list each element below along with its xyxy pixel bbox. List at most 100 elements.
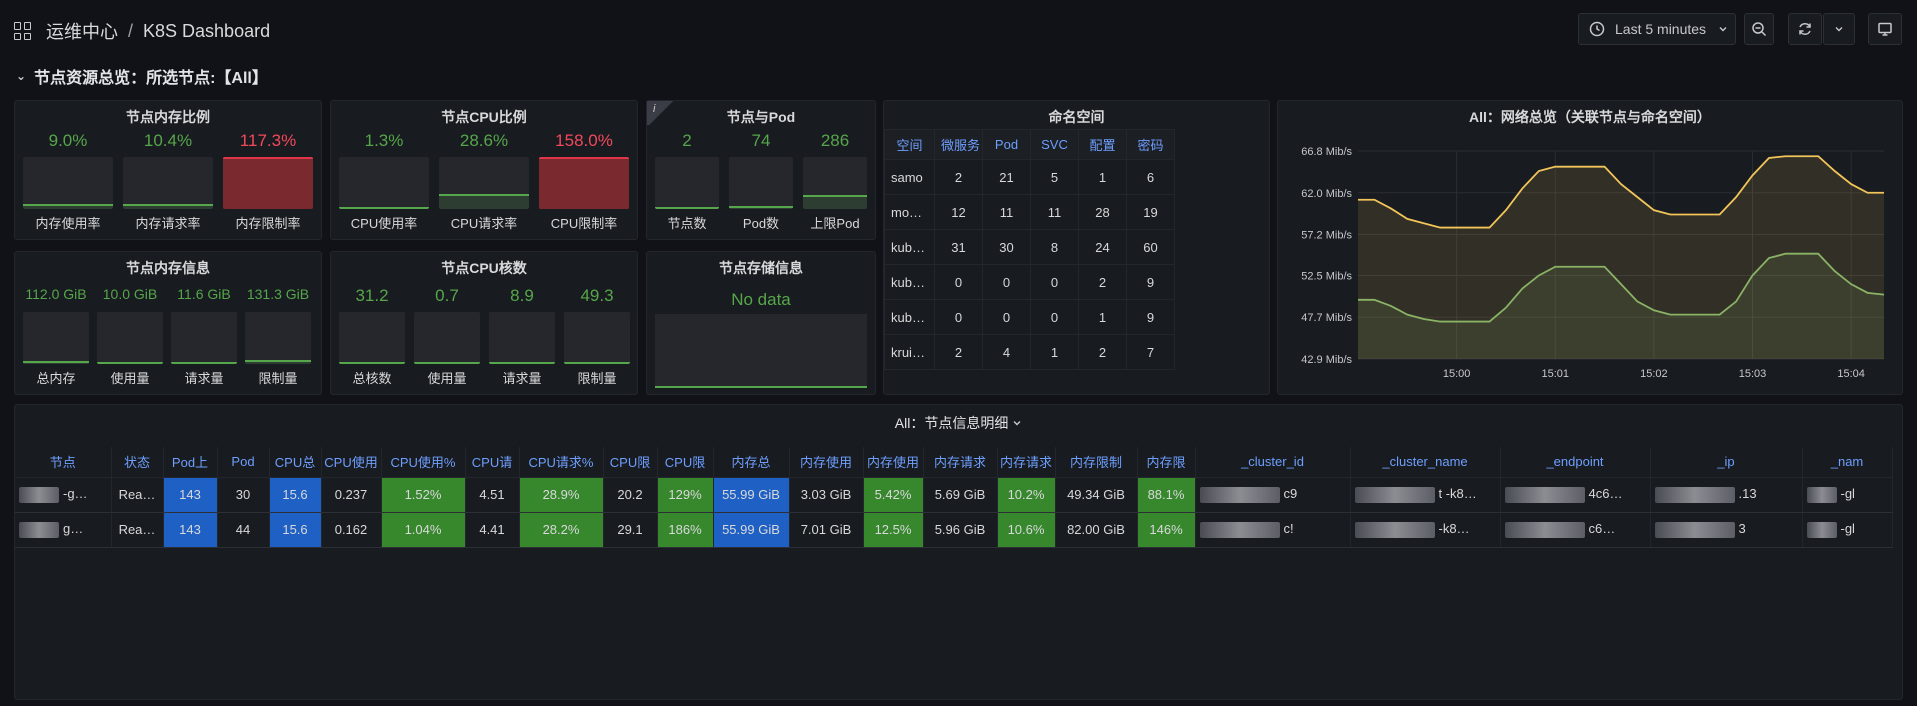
y-tick-label: 52.5 Mib/s <box>1301 270 1352 282</box>
gauge-fill <box>439 194 529 209</box>
refresh-button[interactable] <box>1788 13 1822 45</box>
cell-text: c6… <box>1588 521 1616 537</box>
table-cell: krui… <box>884 334 935 370</box>
panel-title[interactable]: All：节点信息明细 <box>15 413 1902 433</box>
table-cell: -g… <box>15 477 112 513</box>
column-header[interactable]: 内存限制 <box>1055 447 1138 478</box>
cell-text: 3 <box>1738 521 1746 537</box>
table-cell: 0.237 <box>321 477 382 513</box>
column-header[interactable]: CPU请 <box>465 447 520 478</box>
column-header[interactable]: 空间 <box>884 129 935 160</box>
table-cell: 19 <box>1126 194 1175 230</box>
column-header[interactable]: 密码 <box>1126 129 1175 160</box>
table-row[interactable]: krui… 2 4 1 2 7 <box>884 334 1175 370</box>
cell-text: -gl <box>1840 521 1855 537</box>
table-cell: 30 <box>982 229 1031 265</box>
column-header[interactable]: 微服务 <box>934 129 983 160</box>
gauge-fill <box>729 206 793 209</box>
table-cell: 9 <box>1126 264 1175 300</box>
column-header[interactable]: 内存请求 <box>923 447 998 478</box>
table-cell: 1 <box>1078 299 1127 335</box>
table-row[interactable]: samo 2 21 5 1 6 <box>884 159 1175 195</box>
refresh-interval-dropdown[interactable] <box>1823 13 1855 45</box>
column-header[interactable]: 内存请求 <box>997 447 1056 478</box>
column-header[interactable]: CPU限 <box>657 447 714 478</box>
network-chart[interactable]: 42.9 Mib/s 47.7 Mib/s 52.5 Mib/s 57.2 Mib/s… <box>1278 101 1904 396</box>
table-row[interactable]: kub… 0 0 0 2 9 <box>884 264 1175 300</box>
table-cell: 8 <box>1030 229 1079 265</box>
column-header[interactable]: Pod上 <box>163 447 218 478</box>
redacted-block <box>1354 486 1435 503</box>
table-cell: 15.6 <box>269 477 322 513</box>
column-header[interactable]: _endpoint <box>1500 447 1651 478</box>
table-row[interactable]: kub… 31 30 8 24 60 <box>884 229 1175 265</box>
table-cell: 4 <box>982 334 1031 370</box>
table-cell: 3 <box>1650 512 1803 548</box>
tv-mode-button[interactable] <box>1868 13 1902 45</box>
column-header[interactable]: 内存总 <box>713 447 790 478</box>
column-header[interactable]: 节点 <box>15 447 112 478</box>
gauge-bar <box>439 157 529 209</box>
gauge-bar <box>223 157 313 209</box>
gauge-value: 112.0 GiB <box>25 286 87 302</box>
column-header[interactable]: SVC <box>1030 129 1079 160</box>
gauge: 117.3% 内存限制率 <box>223 131 313 231</box>
row-title[interactable]: ⌄ 节点资源总览：所选节点:【All】 <box>16 64 268 88</box>
table-cell: -gl <box>1802 512 1893 548</box>
gauge-fill <box>245 359 311 364</box>
gauge-bar <box>414 312 480 364</box>
redacted-block <box>1504 521 1585 538</box>
column-header[interactable]: CPU使用 <box>321 447 382 478</box>
time-picker-button[interactable]: Last 5 minutes <box>1578 13 1736 45</box>
table-cell: 20.2 <box>603 477 658 513</box>
column-header[interactable]: _cluster_id <box>1195 447 1351 478</box>
table-cell: 2 <box>934 334 983 370</box>
column-header[interactable]: CPU使用% <box>381 447 466 478</box>
gauge-fill <box>23 361 89 364</box>
panel-title: 命名空间 <box>1048 109 1105 125</box>
table-cell: kub… <box>884 229 935 265</box>
table-row[interactable]: mo… 12 11 11 28 19 <box>884 194 1175 230</box>
column-header[interactable]: CPU限 <box>603 447 658 478</box>
gauge-bar <box>339 157 429 209</box>
gauge: 11.6 GiB 请求量 <box>171 286 237 386</box>
redacted-block <box>1654 521 1735 538</box>
panel-network: All：网络总览（关联节点与命名空间） 42.9 Mib/s 47.7 Mib/s… <box>1277 100 1903 395</box>
redacted-block <box>1354 521 1435 538</box>
gauge-fill <box>171 362 237 364</box>
dashboards-grid-icon[interactable] <box>14 22 32 40</box>
table-cell: 49.34 GiB <box>1055 477 1138 513</box>
table-cell: 1 <box>1030 334 1079 370</box>
column-header[interactable]: 状态 <box>111 447 164 478</box>
gauge-value: 9.0% <box>48 131 88 150</box>
column-header[interactable]: 内存限 <box>1137 447 1196 478</box>
table-row[interactable]: -g… Rea… 143 30 15.6 0.237 1.52% 4.51 28.9% 20.2 1… <box>15 477 1893 513</box>
gauge-bar <box>97 312 163 364</box>
column-header[interactable]: 内存使用 <box>863 447 924 478</box>
column-header[interactable]: CPU请求% <box>519 447 604 478</box>
breadcrumb-folder[interactable]: 运维中心 <box>46 18 118 44</box>
column-header[interactable]: _ip <box>1650 447 1803 478</box>
table-cell: 5.69 GiB <box>923 477 998 513</box>
column-header[interactable]: _cluster_name <box>1350 447 1501 478</box>
table-row[interactable]: g… Rea… 143 44 15.6 0.162 1.04% 4.41 28.2% 29.1 18… <box>15 512 1893 548</box>
column-header[interactable]: 内存使用 <box>789 447 864 478</box>
gauge-value: 28.6% <box>459 131 509 150</box>
column-header[interactable]: _nam <box>1802 447 1893 478</box>
column-header[interactable]: CPU总 <box>269 447 322 478</box>
table-cell: c! <box>1195 512 1351 548</box>
column-header[interactable]: 配置 <box>1078 129 1127 160</box>
table-cell: 6 <box>1126 159 1175 195</box>
table-cell: kub… <box>884 264 935 300</box>
storage-gauge-bar <box>655 314 867 388</box>
dashboard-title[interactable]: K8S Dashboard <box>143 21 270 42</box>
gauge: 0.7 使用量 <box>414 286 480 386</box>
gauge-fill <box>123 203 213 209</box>
column-header[interactable]: Pod <box>982 129 1031 160</box>
column-header[interactable]: Pod <box>217 447 270 478</box>
zoom-out-button[interactable] <box>1744 13 1774 45</box>
panel-cpu-ratio: 节点CPU比例 1.3% CPU使用率 28.6% CPU请求率 158.0% CPU限制… <box>330 100 638 240</box>
breadcrumb-separator: / <box>128 20 134 41</box>
gauge-label: 使用量 <box>110 371 150 386</box>
table-row[interactable]: kub… 0 0 0 1 9 <box>884 299 1175 335</box>
